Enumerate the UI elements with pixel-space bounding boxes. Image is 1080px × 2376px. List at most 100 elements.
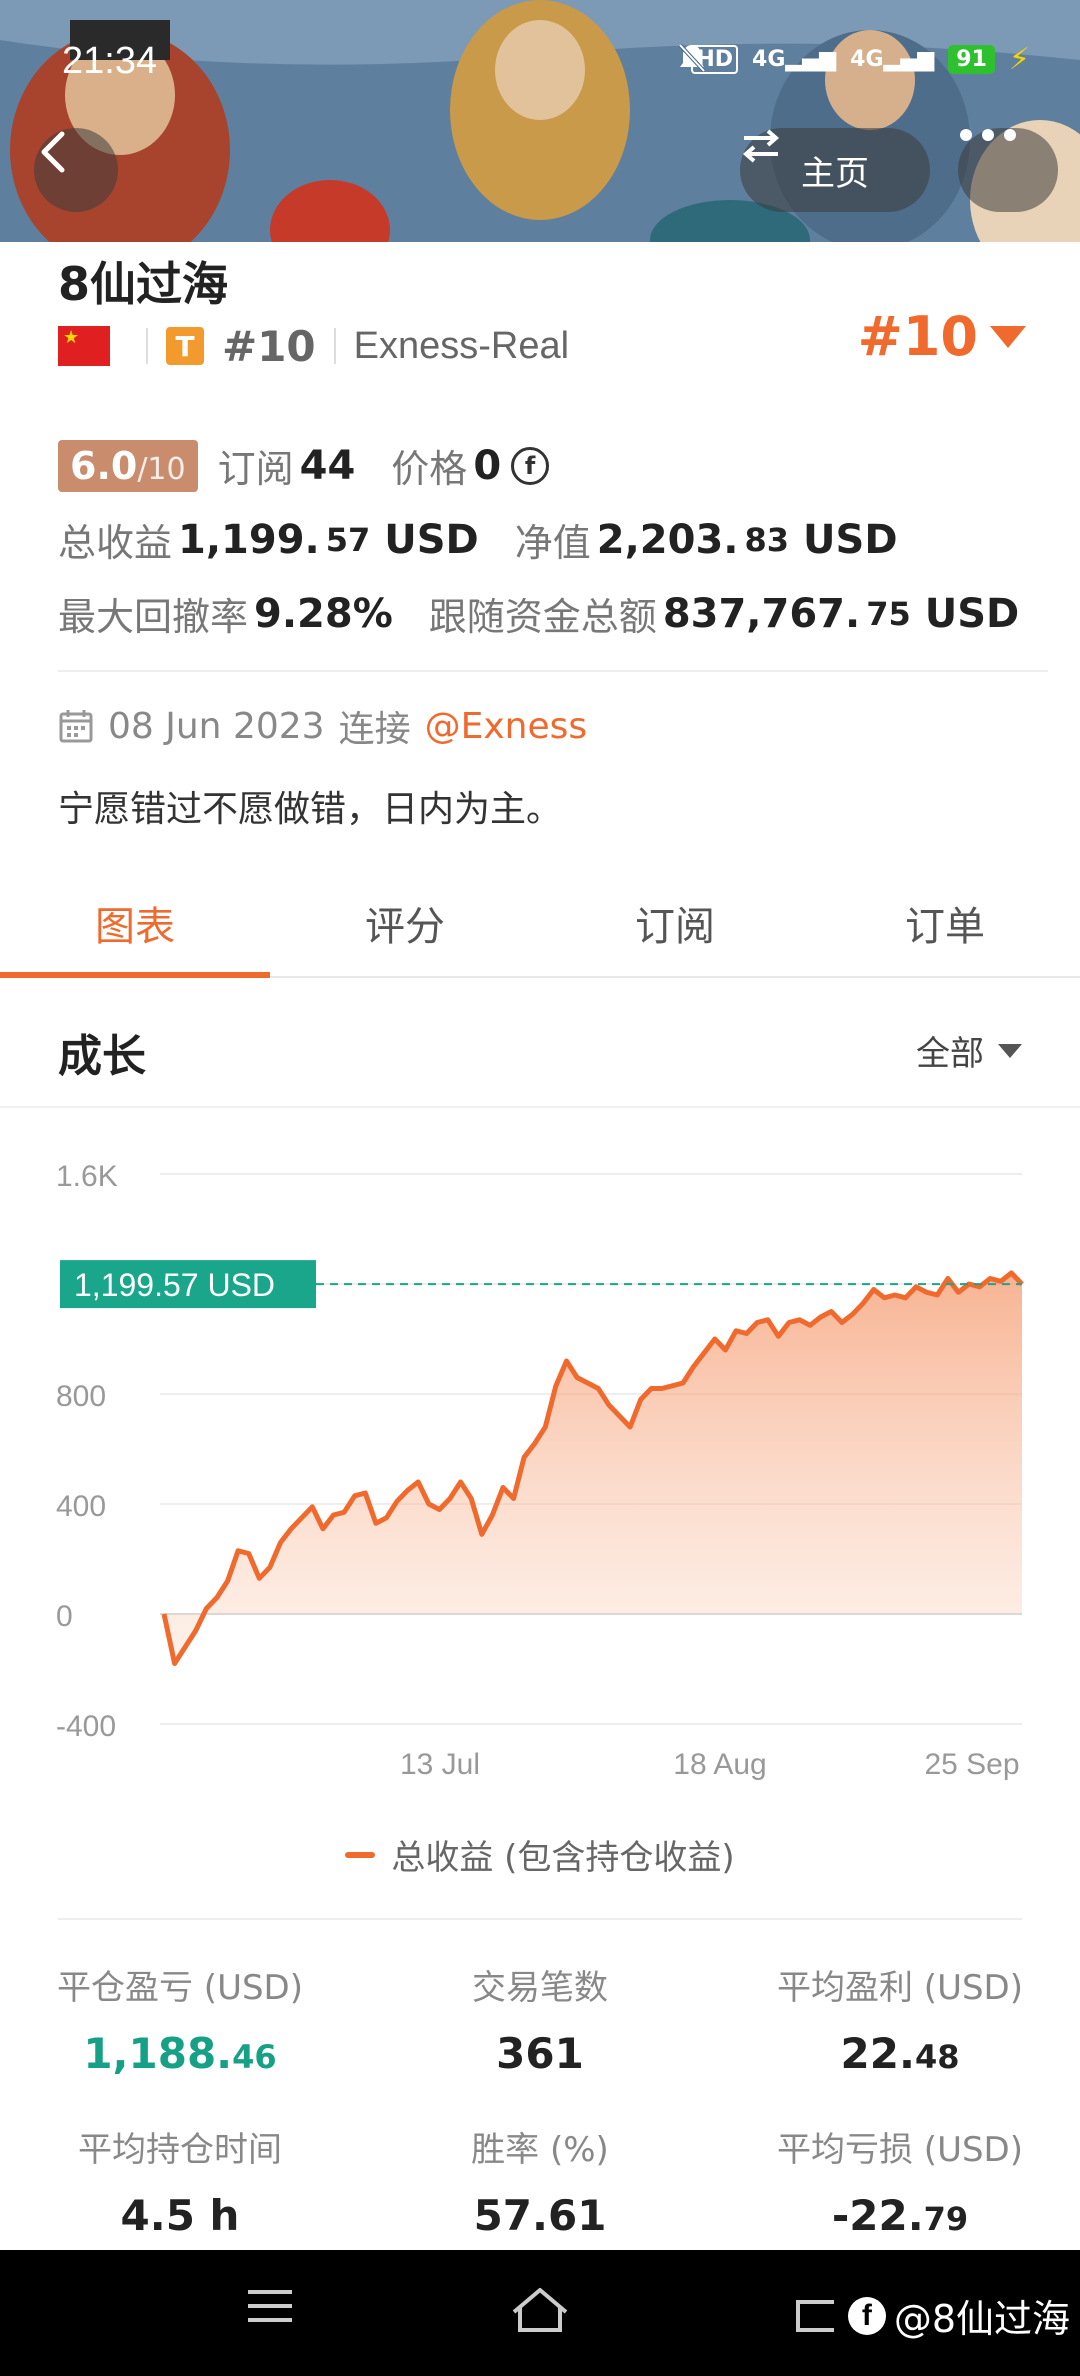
metric-dec: 46 (232, 2038, 277, 2076)
equity-dec: 83 (744, 520, 790, 559)
y-tick-label: 400 (56, 1490, 106, 1523)
total-return-int: 1,199. (178, 516, 320, 563)
metric-value: 57.61 (360, 2191, 720, 2240)
status-time: 21:34 (62, 40, 158, 82)
watermark: f @8仙过海 (790, 2288, 1070, 2343)
equity-int: 2,203. (596, 516, 739, 563)
metric-value: -22.79 (720, 2191, 1080, 2240)
metric-int: 22. (840, 2029, 915, 2078)
chart-legend: 总收益 (包含持仓收益) (0, 1830, 1080, 1879)
metric-label: 交易笔数 (472, 1968, 608, 2008)
coin-icon: f (511, 446, 550, 485)
charging-icon: ⚡ (1008, 42, 1030, 77)
more-dots-icon (960, 129, 1016, 141)
metric-avg-profit: 平均盈利 (USD) 22.48 (720, 1960, 1080, 2078)
score-badge: 6.0/10 (58, 439, 198, 492)
range-label: 全部 (916, 1034, 984, 1074)
trader-type-badge: T (166, 327, 204, 365)
metric-int: 361 (496, 2029, 584, 2078)
facebook-icon: f (847, 2296, 886, 2335)
tab-orders[interactable]: 订单 (810, 870, 1080, 976)
tab-subscribe[interactable]: 订阅 (540, 870, 810, 976)
stats-row-2: 总收益 1,199. 57 USD 净值 2,203. 83 USD (58, 512, 898, 567)
range-select[interactable]: 全部 (916, 1026, 1022, 1075)
growth-chart-svg: 1.6K 800 400 0 -400 13 Jul 18 Aug 25 Sep 1,199.… (56, 1160, 1024, 1781)
caret-down-icon (990, 325, 1026, 348)
more-button[interactable] (958, 128, 1058, 212)
nav-home-button[interactable] (510, 2286, 570, 2340)
trader-name: 8仙过海 (58, 257, 229, 311)
follow-funds-unit: USD (924, 590, 1020, 637)
back-button[interactable] (34, 128, 118, 212)
joined-date: 08 Jun 2023 (108, 705, 325, 747)
metric-value: 22.48 (720, 2029, 1080, 2078)
home-label: 主页 (801, 153, 869, 194)
metric-trades: 交易笔数 361 (360, 1960, 720, 2078)
status-bar: 21:34 HD 4G▂▄▆ 4G▂▄▆ 91 ⚡ (0, 0, 1080, 110)
signal-4g-icon-2: 4G▂▄▆ (850, 47, 935, 72)
metric-label: 平均盈利 (USD) (777, 1968, 1023, 2008)
metric-win-rate: 胜率 (%) 57.61 (360, 2122, 720, 2240)
watermark-text: @8仙过海 (893, 2297, 1070, 2341)
growth-header: 成长 全部 (0, 980, 1080, 1108)
nav-menu-button[interactable] (246, 2286, 294, 2330)
broker-account: Exness-Real (353, 324, 570, 367)
back-nav-icon (795, 2299, 834, 2332)
y-tick-label: 0 (56, 1600, 73, 1633)
drawdown-label: 最大回撤率 (58, 595, 249, 639)
caret-down-icon (998, 1043, 1022, 1058)
joined-text: 连接 (338, 709, 411, 750)
y-tick-label: 1.6K (56, 1160, 118, 1193)
divider (58, 1918, 1022, 1920)
metric-value: 361 (360, 2029, 720, 2078)
header-banner: 21:34 HD 4G▂▄▆ 4G▂▄▆ 91 ⚡ 主页 (0, 0, 1080, 242)
metric-int: 1,188. (83, 2029, 233, 2078)
metric-dec: 79 (923, 2200, 969, 2238)
divider (333, 328, 336, 364)
broker-link[interactable]: @Exness (425, 706, 588, 747)
x-tick-label: 25 Sep (924, 1748, 1019, 1781)
price-label: 价格 (391, 447, 468, 491)
current-value-label: 1,199.57 USD (74, 1267, 275, 1303)
subscribers-value: 44 (299, 442, 356, 489)
swap-icon (742, 129, 780, 163)
total-return-label: 总收益 (58, 521, 173, 565)
metric-int: 4.5 h (120, 2191, 240, 2240)
joined-row: 08 Jun 2023 连接 @Exness (58, 700, 587, 752)
x-tick-label: 18 Aug (673, 1748, 766, 1781)
net1-label: 4G (752, 47, 786, 72)
home-button[interactable]: 主页 (740, 128, 930, 212)
x-tick-label: 13 Jul (400, 1748, 480, 1781)
score-value: 6.0 (70, 443, 138, 488)
metric-closed-pnl: 平仓盈亏 (USD) 1,188.46 (0, 1960, 360, 2078)
metric-avg-loss: 平均亏损 (USD) -22.79 (720, 2122, 1080, 2240)
follow-funds-label: 跟随资金总额 (428, 595, 657, 639)
growth-chart: 1.6K 800 400 0 -400 13 Jul 18 Aug 25 Sep 1,199.… (0, 1110, 1080, 1810)
china-flag-icon (58, 326, 110, 366)
system-nav-bar: f @8仙过海 (0, 2250, 1080, 2376)
calendar-icon (59, 710, 93, 743)
status-icons: HD 4G▂▄▆ 4G▂▄▆ 91 ⚡ (677, 42, 1030, 77)
tab-rating[interactable]: 评分 (270, 870, 540, 976)
legend-label: 总收益 (包含持仓收益) (391, 1838, 735, 1878)
metric-label: 平仓盈亏 (USD) (57, 1968, 303, 2008)
signal-4g-icon: 4G▂▄▆ (752, 47, 837, 72)
price-value: 0 (473, 442, 502, 489)
metric-label: 平均持仓时间 (78, 2130, 282, 2170)
divider (58, 670, 1048, 672)
menu-icon (248, 2290, 292, 2322)
metric-value: 4.5 h (0, 2191, 360, 2240)
metric-avg-hold: 平均持仓时间 4.5 h (0, 2122, 360, 2240)
metric-label: 平均亏损 (USD) (777, 2130, 1023, 2170)
battery-icon: 91 (948, 45, 995, 74)
metric-int: 57.61 (473, 2191, 607, 2240)
metric-dec: 48 (914, 2038, 960, 2076)
rank-dropdown[interactable]: #10 (858, 305, 1026, 368)
rank-small: #10 (222, 321, 316, 371)
metric-int: -22. (831, 2191, 924, 2240)
drawdown-value: 9.28% (254, 590, 393, 637)
tab-chart[interactable]: 图表 (0, 870, 270, 978)
tab-bar: 图表 评分 订阅 订单 (0, 870, 1080, 978)
subscribers-label: 订阅 (217, 447, 294, 491)
follow-funds-dec: 75 (866, 594, 911, 633)
